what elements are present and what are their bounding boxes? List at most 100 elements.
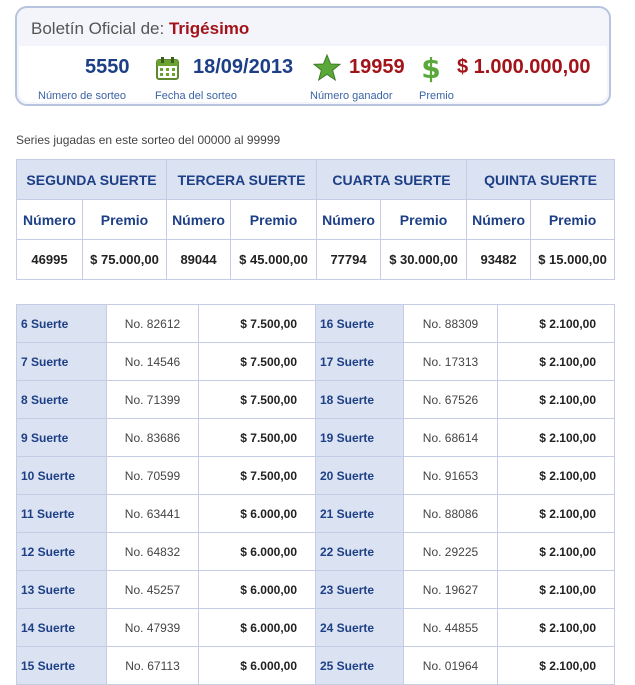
bulletin-prefix: Boletín Oficial de: — [31, 19, 165, 38]
star-icon — [312, 53, 342, 87]
draw-name: Trigésimo — [168, 19, 250, 38]
minor-prizes-table: 6 Suerte No. 82612 $ 7.500,00 16 Suerte No. … — [16, 304, 615, 685]
table-row: 10 Suerte No. 70599 $ 7.500,00 20 Suerte No.… — [16, 456, 615, 495]
prize-rank-label: 16 Suerte — [315, 304, 404, 343]
prize-amount: $ 2.100,00 — [497, 304, 615, 343]
prize-ticket-number: No. 83686 — [106, 418, 199, 457]
prize-rank-label: 6 Suerte — [16, 304, 107, 343]
numero-col-header: Número — [166, 199, 232, 240]
numero-col-header: Número — [316, 199, 382, 240]
prize-rank-label: 7 Suerte — [16, 342, 107, 381]
prize-ticket-number: No. 47939 — [106, 608, 199, 647]
premio-col-header: Premio — [81, 199, 168, 240]
segunda-premio: $ 75.000,00 — [81, 239, 168, 280]
prize-rank-label: 8 Suerte — [16, 380, 107, 419]
table-row: 13 Suerte No. 45257 $ 6.000,00 23 Suerte No.… — [16, 570, 615, 609]
calendar-icon — [156, 56, 179, 85]
prize-amount: $ 2.100,00 — [497, 456, 615, 495]
tercera-suerte-header: TERCERA SUERTE — [166, 159, 318, 200]
prize-ticket-number: No. 45257 — [106, 570, 199, 609]
prize-ticket-number: No. 91653 — [403, 456, 498, 495]
segunda-numero: 46995 — [16, 239, 83, 280]
prize-amount: $ 2.100,00 — [497, 342, 615, 381]
premio-col-header: Premio — [530, 199, 616, 240]
draw-date-label: Fecha del sorteo — [155, 90, 237, 102]
winning-number-label: Número ganador — [310, 90, 393, 102]
table-row: 15 Suerte No. 67113 $ 6.000,00 25 Suerte No.… — [16, 646, 615, 685]
premio-col-header: Premio — [230, 199, 318, 240]
prize-amount: $ 2.100,00 — [497, 380, 615, 419]
prize-ticket-number: No. 44855 — [403, 608, 498, 647]
cuarta-numero: 77794 — [316, 239, 382, 280]
prize-rank-label: 12 Suerte — [16, 532, 107, 571]
prize-rank-label: 22 Suerte — [315, 532, 404, 571]
winning-number-stat: 19959 Número ganador — [310, 56, 405, 102]
prize-amount: $ 6.000,00 — [198, 570, 316, 609]
prize-amount: $ 7.500,00 — [198, 342, 316, 381]
segunda-suerte-header: SEGUNDA SUERTE — [15, 159, 168, 200]
prize-amount: $ 6.000,00 — [198, 608, 316, 647]
prize-stat: $ 1.000.000,00 Premio — [419, 56, 591, 102]
prize-amount: $ 2.100,00 — [497, 608, 615, 647]
draw-number-label: Número de sorteo — [38, 90, 127, 102]
draw-date-stat: 18/09/2013 Fecha del sorteo — [155, 56, 294, 102]
table-row: 7 Suerte No. 14546 $ 7.500,00 17 Suerte No. … — [16, 342, 615, 381]
prize-rank-label: 18 Suerte — [315, 380, 404, 419]
prize-ticket-number: No. 29225 — [403, 532, 498, 571]
table-row: 12 Suerte No. 64832 $ 6.000,00 22 Suerte No.… — [16, 532, 615, 571]
prize-amount: $ 7.500,00 — [198, 456, 316, 495]
prize-rank-label: 19 Suerte — [315, 418, 404, 457]
cuarta-premio: $ 30.000,00 — [380, 239, 468, 280]
draw-number: 5550 — [85, 56, 130, 78]
table-row: 9 Suerte No. 83686 $ 7.500,00 19 Suerte No. … — [16, 418, 615, 457]
prize-amount: $ 6.000,00 — [198, 646, 316, 685]
draw-number-stat: 5550 Número de sorteo — [38, 56, 130, 102]
prize-rank-label: 25 Suerte — [315, 646, 404, 685]
prize-ticket-number: No. 68614 — [403, 418, 498, 457]
prize-amount: $ 7.500,00 — [198, 418, 316, 457]
prize-rank-label: 11 Suerte — [16, 494, 107, 533]
numero-col-header: Número — [16, 199, 83, 240]
header-stats: 5550 Número de sorteo 18/09/2013 Fecha d… — [19, 46, 607, 102]
tercera-numero: 89044 — [166, 239, 232, 280]
main-prizes-table: SEGUNDA SUERTE TERCERA SUERTE CUARTA SUE… — [15, 159, 616, 280]
svg-text:$: $ — [421, 52, 440, 84]
table-row: 14 Suerte No. 47939 $ 6.000,00 24 Suerte No.… — [16, 608, 615, 647]
prize-rank-label: 17 Suerte — [315, 342, 404, 381]
table-row: 8 Suerte No. 71399 $ 7.500,00 18 Suerte No. … — [16, 380, 615, 419]
cuarta-suerte-header: CUARTA SUERTE — [316, 159, 468, 200]
prize-ticket-number: No. 88086 — [403, 494, 498, 533]
prize-amount: $ 2.100,00 — [497, 646, 615, 685]
prize-ticket-number: No. 14546 — [106, 342, 199, 381]
prize-amount: $ 6.000,00 — [198, 532, 316, 571]
main-prizes-row: 46995 $ 75.000,00 89044 $ 45.000,00 7779… — [16, 239, 616, 280]
prize-ticket-number: No. 67113 — [106, 646, 199, 685]
prize-rank-label: 9 Suerte — [16, 418, 107, 457]
bulletin-title: Boletín Oficial de: Trigésimo — [31, 19, 249, 39]
prize-amount: $ 2.100,00 — [497, 570, 615, 609]
prize-amount: $ 6.000,00 — [198, 494, 316, 533]
dollar-icon: $ — [419, 52, 443, 89]
prize-ticket-number: No. 64832 — [106, 532, 199, 571]
draw-date: 18/09/2013 — [193, 56, 294, 78]
prize-ticket-number: No. 82612 — [106, 304, 199, 343]
premio-col-header: Premio — [380, 199, 468, 240]
table-row: 11 Suerte No. 63441 $ 6.000,00 21 Suerte No.… — [16, 494, 615, 533]
prize-amount: $ 7.500,00 — [198, 380, 316, 419]
prize-rank-label: 21 Suerte — [315, 494, 404, 533]
prize-ticket-number: No. 70599 — [106, 456, 199, 495]
quinta-suerte-header: QUINTA SUERTE — [466, 159, 616, 200]
prize-rank-label: 23 Suerte — [315, 570, 404, 609]
prize-rank-label: 24 Suerte — [315, 608, 404, 647]
prize-ticket-number: No. 19627 — [403, 570, 498, 609]
prize-ticket-number: No. 63441 — [106, 494, 199, 533]
prize-amount: $ 1.000.000,00 — [457, 56, 591, 78]
tercera-premio: $ 45.000,00 — [230, 239, 318, 280]
prize-ticket-number: No. 88309 — [403, 304, 498, 343]
winning-number: 19959 — [349, 56, 405, 78]
prize-rank-label: 15 Suerte — [16, 646, 107, 685]
series-info: Series jugadas en este sorteo del 00000 … — [16, 133, 281, 147]
quinta-numero: 93482 — [466, 239, 532, 280]
prize-ticket-number: No. 71399 — [106, 380, 199, 419]
prize-rank-label: 10 Suerte — [16, 456, 107, 495]
